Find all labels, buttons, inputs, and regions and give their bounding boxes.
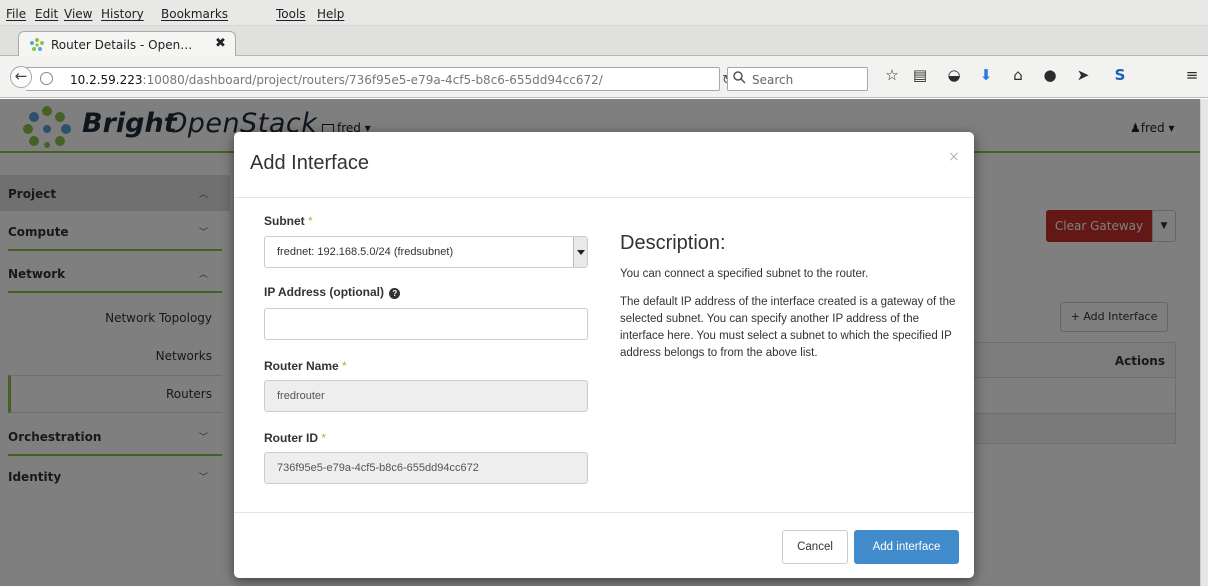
- reading-list-icon[interactable]: ▤: [910, 66, 930, 84]
- search-bar[interactable]: Search: [727, 67, 868, 91]
- tab-close-icon[interactable]: ✖: [215, 36, 226, 51]
- add-interface-modal: Add Interface × Subnet * frednet: 192.16…: [234, 132, 974, 578]
- menu-help[interactable]: Help: [317, 7, 344, 21]
- router-id-label: Router ID *: [264, 431, 327, 445]
- back-button[interactable]: ←: [10, 66, 32, 88]
- description-paragraph-1: You can connect a specified subnet to th…: [620, 268, 869, 280]
- url-bar[interactable]: 10.2.59.223:10080/dashboard/project/rout…: [26, 67, 733, 91]
- home-icon[interactable]: ⌂: [1008, 66, 1028, 84]
- url-text: 10.2.59.223:10080/dashboard/project/rout…: [70, 73, 603, 87]
- tab-router-details[interactable]: Router Details - Open… ✖: [18, 31, 236, 57]
- add-interface-button[interactable]: Add interface: [854, 530, 959, 564]
- menu-view[interactable]: View: [64, 7, 92, 21]
- subnet-label: Subnet *: [264, 214, 313, 228]
- router-name-field: fredrouter: [264, 380, 588, 412]
- description-title: Description:: [620, 232, 726, 254]
- s-extension-icon[interactable]: S: [1110, 66, 1130, 84]
- ip-address-label: IP Address (optional) ?: [264, 285, 401, 299]
- tab-strip: Router Details - Open… ✖: [0, 26, 1208, 75]
- chevron-down-icon: [573, 237, 587, 267]
- tab-title: Router Details - Open…: [51, 38, 193, 52]
- description-paragraph-2: The default IP address of the interface …: [620, 296, 956, 359]
- menu-file[interactable]: File: [6, 7, 26, 21]
- downloads-icon[interactable]: ⬇: [976, 66, 996, 84]
- modal-title: Add Interface: [250, 152, 369, 174]
- subnet-select[interactable]: frednet: 192.168.5.0/24 (fredsubnet): [264, 236, 588, 268]
- menu-bookmarks[interactable]: Bookmarks: [161, 7, 228, 21]
- router-name-label: Router Name *: [264, 359, 347, 373]
- close-icon[interactable]: ×: [948, 149, 960, 165]
- hamburger-menu-icon[interactable]: ≡: [1182, 66, 1202, 84]
- cancel-button[interactable]: Cancel: [782, 530, 848, 564]
- menu-history[interactable]: History: [101, 7, 144, 21]
- pocket-icon[interactable]: ◒: [944, 66, 964, 84]
- send-icon[interactable]: ➤: [1073, 66, 1093, 84]
- subnet-selected-value: frednet: 192.168.5.0/24 (fredsubnet): [277, 246, 454, 258]
- menu-bar: File Edit View History Bookmarks Tools H…: [0, 0, 1208, 26]
- chat-icon[interactable]: ●: [1040, 66, 1060, 84]
- help-icon[interactable]: ?: [389, 288, 401, 299]
- search-placeholder: Search: [752, 73, 794, 87]
- router-id-field: 736f95e5-e79a-4cf5-b8c6-655dd94cc672: [264, 452, 588, 484]
- menu-edit[interactable]: Edit: [35, 7, 58, 21]
- search-icon: [733, 71, 746, 84]
- ip-address-input[interactable]: [264, 308, 588, 340]
- openstack-favicon-icon: [30, 38, 44, 51]
- menu-tools[interactable]: Tools: [276, 7, 306, 21]
- navigation-bar: 10.2.59.223:10080/dashboard/project/rout…: [0, 56, 1208, 98]
- bookmark-star-icon[interactable]: ☆: [882, 66, 902, 84]
- modal-header: Add Interface ×: [234, 132, 974, 198]
- modal-footer: Cancel Add interface: [234, 512, 974, 578]
- site-info-icon[interactable]: [40, 72, 53, 85]
- page-scrollbar[interactable]: [1200, 99, 1208, 586]
